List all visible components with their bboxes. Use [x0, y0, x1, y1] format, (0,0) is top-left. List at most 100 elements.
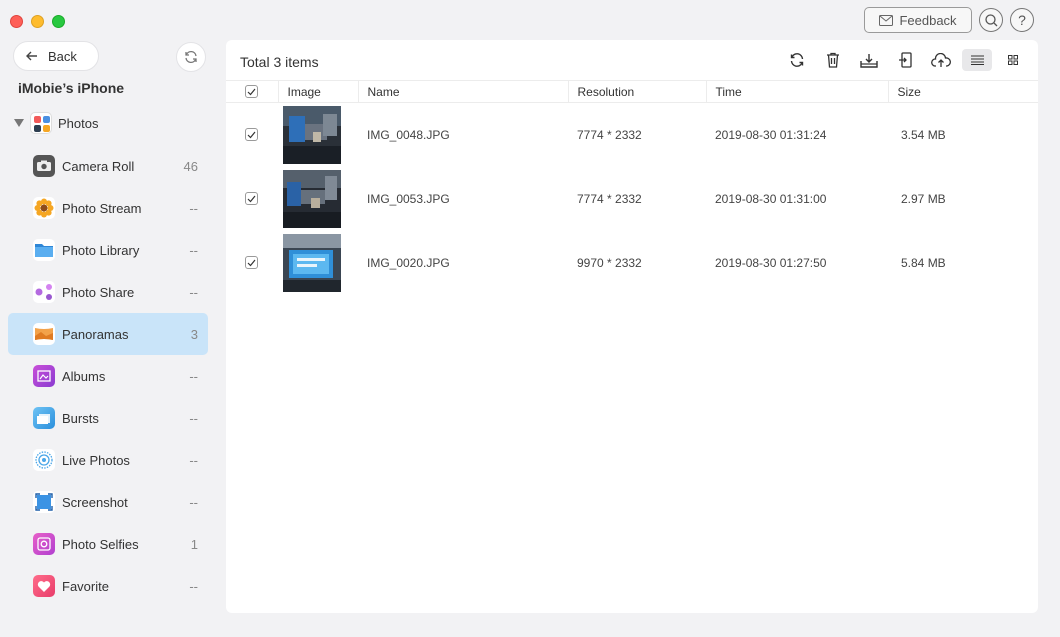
- checkmark-icon: [247, 259, 256, 266]
- close-window-button[interactable]: [10, 15, 23, 28]
- sidebar-item-count: --: [189, 578, 198, 594]
- selfie-icon: [33, 533, 55, 555]
- panorama-icon: [33, 323, 55, 345]
- row-size: 2.97 MB: [901, 191, 946, 206]
- table-header-row: Image Name Resolution Time Size: [226, 80, 1038, 103]
- trash-icon: [827, 52, 839, 68]
- sidebar-item-count: --: [189, 410, 198, 426]
- table-row[interactable]: IMG_0020.JPG 9970 * 2332 2019-08-30 01:2…: [226, 231, 1038, 295]
- sidebar-item-count: --: [189, 242, 198, 258]
- column-header-time[interactable]: Time: [705, 80, 888, 103]
- checkmark-icon: [247, 88, 256, 95]
- live-photo-icon: [33, 449, 55, 471]
- table-row[interactable]: IMG_0048.JPG 7774 * 2332 2019-08-30 01:3…: [226, 103, 1038, 167]
- sidebar-item-label: Photo Selfies: [62, 536, 139, 552]
- sidebar-item-count: --: [189, 284, 198, 300]
- sidebar-item-albums[interactable]: Albums --: [8, 355, 208, 397]
- back-button[interactable]: Back: [13, 41, 99, 71]
- column-header-resolution[interactable]: Resolution: [567, 80, 706, 103]
- send-to-device-icon: [899, 52, 912, 68]
- column-header-size[interactable]: Size: [887, 80, 1038, 103]
- sidebar-item-label: Photo Library: [62, 242, 140, 258]
- row-size: 3.54 MB: [901, 127, 946, 142]
- delete-button[interactable]: [818, 49, 848, 71]
- search-button[interactable]: [979, 8, 1003, 32]
- upload-button[interactable]: [926, 49, 956, 71]
- refresh-button[interactable]: [782, 49, 812, 71]
- sidebar-item-photo-stream[interactable]: Photo Stream --: [8, 187, 208, 229]
- album-icon: [33, 365, 55, 387]
- folder-icon: [33, 239, 55, 261]
- sidebar-item-photo-library[interactable]: Photo Library --: [8, 229, 208, 271]
- table-row[interactable]: IMG_0053.JPG 7774 * 2332 2019-08-30 01:3…: [226, 167, 1038, 231]
- sunflower-icon: [33, 197, 55, 219]
- checkmark-icon: [247, 195, 256, 202]
- row-resolution: 7774 * 2332: [577, 127, 642, 142]
- screenshot-icon: [33, 491, 55, 513]
- sidebar-item-camera-roll[interactable]: Camera Roll 46: [8, 145, 208, 187]
- sidebar-item-count: --: [189, 452, 198, 468]
- sidebar-item-label: Favorite: [62, 578, 109, 594]
- refresh-device-button[interactable]: [176, 42, 206, 72]
- photo-thumbnail[interactable]: [283, 233, 341, 292]
- column-header-name[interactable]: Name: [357, 80, 568, 103]
- export-to-computer-icon: [860, 53, 878, 68]
- photos-group-label: Photos: [58, 115, 99, 131]
- row-time: 2019-08-30 01:31:24: [715, 127, 827, 142]
- row-time: 2019-08-30 01:31:00: [715, 191, 827, 206]
- column-header-image[interactable]: Image: [277, 80, 358, 103]
- list-view-button[interactable]: [962, 49, 992, 71]
- row-checkbox[interactable]: [245, 128, 258, 142]
- help-button[interactable]: ?: [1010, 8, 1034, 32]
- sidebar-item-panoramas[interactable]: Panoramas 3: [8, 313, 208, 355]
- sidebar-item-label: Albums: [62, 368, 106, 384]
- sidebar-item-count: 46: [183, 158, 198, 174]
- checkmark-icon: [247, 131, 256, 139]
- sidebar-item-label: Photo Stream: [62, 200, 142, 216]
- export-to-computer-button[interactable]: [854, 49, 884, 71]
- row-name: IMG_0020.JPG: [367, 255, 450, 270]
- row-resolution: 7774 * 2332: [577, 191, 642, 206]
- row-resolution: 9970 * 2332: [577, 255, 642, 270]
- row-name: IMG_0048.JPG: [367, 127, 450, 142]
- sidebar-item-favorite[interactable]: Favorite --: [8, 565, 208, 607]
- sidebar-item-photo-selfies[interactable]: Photo Selfies 1: [8, 523, 208, 565]
- sidebar-item-live-photos[interactable]: Live Photos --: [8, 439, 208, 481]
- sidebar-item-count: --: [189, 494, 198, 510]
- sidebar-item-label: Panoramas: [62, 326, 129, 342]
- sidebar-item-label: Photo Share: [62, 284, 135, 300]
- row-time: 2019-08-30 01:27:50: [715, 255, 827, 270]
- sidebar-item-screenshot[interactable]: Screenshot --: [8, 481, 208, 523]
- sidebar-item-label: Screenshot: [62, 494, 128, 510]
- feedback-button[interactable]: Feedback: [864, 7, 972, 33]
- select-all-header: [226, 80, 278, 103]
- refresh-icon: [185, 50, 197, 64]
- photos-app-icon: [30, 112, 52, 134]
- window-controls: [10, 15, 65, 28]
- sidebar-item-photo-share[interactable]: Photo Share --: [8, 271, 208, 313]
- disclosure-triangle-icon[interactable]: [14, 119, 24, 127]
- photo-thumbnail[interactable]: [283, 105, 341, 164]
- sidebar-item-count: --: [189, 368, 198, 384]
- send-to-device-button[interactable]: [890, 49, 920, 71]
- photo-table: Image Name Resolution Time Size IMG_0048…: [226, 80, 1038, 295]
- search-icon: [984, 13, 997, 26]
- grid-view-button[interactable]: [998, 49, 1028, 71]
- arrow-left-icon: [26, 51, 37, 61]
- select-all-checkbox[interactable]: [245, 85, 258, 98]
- minimize-window-button[interactable]: [31, 15, 44, 28]
- photo-thumbnail[interactable]: [283, 169, 341, 228]
- burst-icon: [33, 407, 55, 429]
- content-panel: Total 3 items Image Name Resolution Time…: [226, 40, 1038, 613]
- list-view-icon: [970, 55, 984, 65]
- photos-group-header[interactable]: Photos: [14, 112, 98, 134]
- row-checkbox[interactable]: [245, 192, 258, 205]
- maximize-window-button[interactable]: [52, 15, 65, 28]
- toolbar: [782, 49, 1028, 71]
- sidebar-list: Camera Roll 46 Photo Stream -- Photo Lib…: [8, 145, 208, 607]
- sidebar-item-label: Live Photos: [62, 452, 130, 468]
- question-icon: ?: [1018, 12, 1026, 28]
- sidebar-item-count: 3: [190, 326, 198, 342]
- row-checkbox[interactable]: [245, 256, 258, 269]
- sidebar-item-bursts[interactable]: Bursts --: [8, 397, 208, 439]
